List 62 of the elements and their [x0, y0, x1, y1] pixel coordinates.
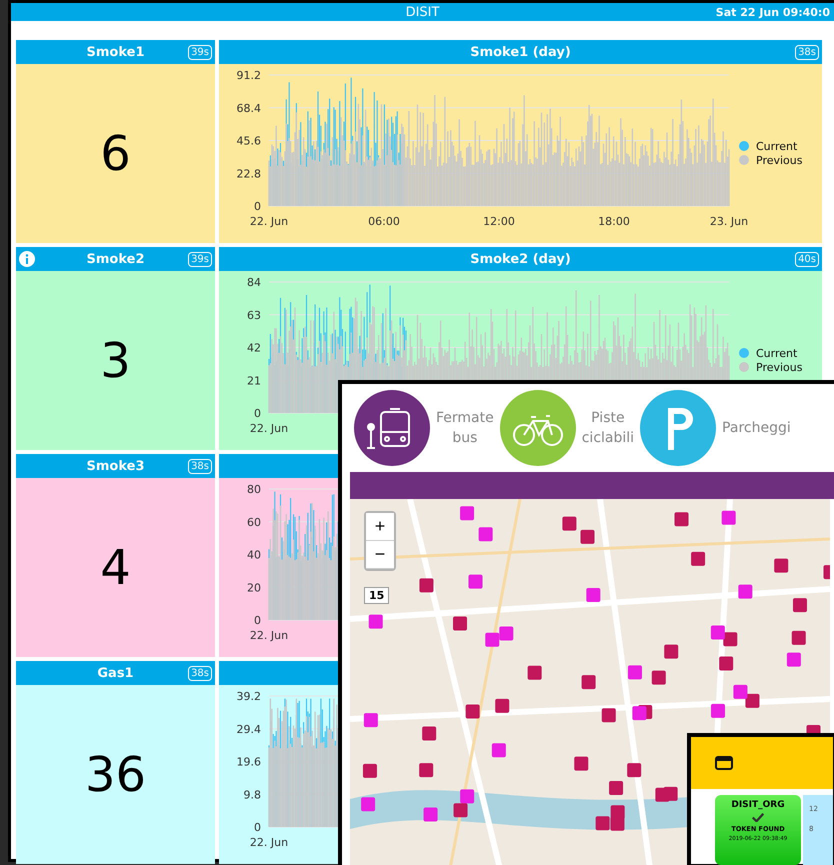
widget-title: Smoke2 (day) [470, 252, 571, 266]
legend-label[interactable]: Current [756, 140, 798, 153]
x-axis-label: 12:00 [483, 215, 515, 228]
bicycle-icon[interactable] [500, 390, 576, 466]
x-axis-label: 22. Jun [250, 215, 288, 228]
legend-label[interactable]: Previous [756, 154, 802, 167]
category-label[interactable]: Fermate bus [436, 408, 494, 448]
y-axis-label: 68.4 [236, 102, 261, 115]
x-axis-label: 06:00 [368, 215, 400, 228]
refresh-timer: 38s [795, 44, 819, 60]
info-icon[interactable] [19, 251, 35, 267]
widget-title: Gas1 [97, 666, 134, 680]
category-label[interactable]: Parcheggi [722, 418, 791, 438]
refresh-timer: 39s [188, 252, 212, 266]
y-axis-label: 29.4 [236, 722, 261, 736]
refresh-timer: 39s [188, 44, 212, 60]
widget-title: Smoke3 [86, 458, 144, 474]
y-axis-label: 19.6 [236, 756, 261, 768]
x-axis-label: 22. Jun [250, 629, 288, 642]
zoom-level-badge: 15 [364, 587, 390, 604]
sensor-value: 36 [84, 746, 146, 802]
x-axis-label: 22. Jun [250, 422, 288, 435]
card-title: DISIT_ORG [731, 800, 785, 810]
x-axis-label: 22. Jun [250, 836, 288, 849]
y-axis-label: 20 [247, 581, 261, 594]
sensor-value: 4 [100, 540, 131, 596]
zoom-in-button[interactable]: + [366, 513, 394, 541]
widget-title: Smoke2 [86, 252, 144, 266]
sensor-value: 6 [100, 126, 131, 182]
window-icon [715, 756, 733, 770]
y-axis-label: 60 [247, 516, 261, 529]
y-axis-label: 0 [254, 407, 261, 420]
widget-title: Smoke1 [86, 44, 144, 60]
x-axis-label: 18:00 [598, 215, 630, 228]
refresh-timer: 40s [795, 252, 819, 266]
date-time: Sat 22 Jun 09:40:0 [716, 6, 830, 18]
refresh-timer: 38s [188, 458, 212, 474]
y-axis-label: 0 [254, 614, 261, 627]
bus-stop-icon[interactable] [354, 390, 430, 466]
checkmark-icon [752, 813, 764, 822]
y-axis-label: 40 [247, 548, 261, 562]
refresh-timer: 38s [188, 666, 212, 680]
y-axis-label: 91.2 [236, 69, 261, 82]
y-axis-label: 45.6 [236, 134, 261, 148]
y-axis-label: 9.8 [244, 788, 261, 802]
y-axis-label: 42 [247, 342, 261, 354]
y-axis-label: 80 [247, 483, 261, 496]
category-label[interactable]: Piste ciclabili [582, 408, 634, 448]
sensor-value: 3 [100, 332, 131, 388]
y-axis-label: 63 [247, 308, 261, 322]
y-axis-label: 21 [247, 374, 261, 388]
x-axis-label: 23. Jun [710, 215, 748, 228]
widget-title: Smoke1 (day) [470, 44, 571, 60]
y-axis-label: 0 [254, 821, 261, 834]
y-axis-label: 39.2 [236, 690, 261, 703]
y-axis-label: 84 [247, 276, 261, 289]
parking-icon[interactable] [640, 390, 716, 466]
legend-label[interactable]: Previous [756, 361, 802, 374]
y-axis-label: 0 [254, 200, 261, 213]
dashboard-title: DISIT [406, 4, 440, 20]
legend-label[interactable]: Current [756, 347, 798, 360]
y-axis-label: 22.8 [236, 167, 261, 180]
